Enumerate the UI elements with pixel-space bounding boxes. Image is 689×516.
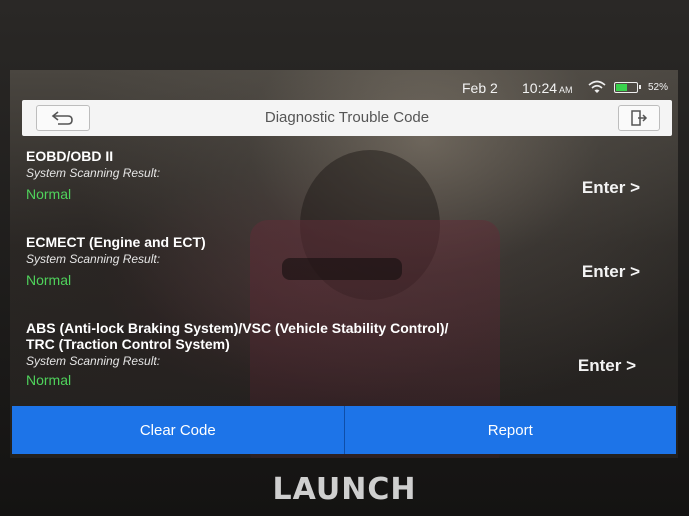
enter-button-abs[interactable]: Enter > [578,356,636,376]
enter-button-ecmect[interactable]: Enter > [582,262,640,282]
system-result: Normal [26,372,72,388]
action-bar: Clear Code Report [12,406,676,454]
system-result: Normal [26,272,72,288]
brand-logo: LAUNCH [272,472,417,507]
enter-button-eobd[interactable]: Enter > [582,178,640,198]
system-name: ABS (Anti-lock Braking System)/VSC (Vehi… [26,320,449,336]
status-ampm: AM [559,85,573,95]
battery-fill [616,84,628,91]
battery-icon [614,82,641,93]
system-item-ecmect: ECMECT (Engine and ECT) System Scanning … [26,234,666,288]
system-result: Normal [26,186,72,202]
wifi-icon [588,80,606,93]
status-date: Feb 2 [462,80,498,96]
system-item-abs: ABS (Anti-lock Braking System)/VSC (Vehi… [26,320,666,388]
page-title: Diagnostic Trouble Code [264,109,430,126]
system-name: ECMECT (Engine and ECT) [26,234,206,250]
device-frame: Feb 2 10:24 AM 52% Diagnostic Trouble Cod… [0,0,689,516]
exit-button[interactable] [618,105,660,131]
battery-percent: 52% [648,82,669,93]
exit-icon [631,110,648,126]
battery-tip [639,85,641,89]
system-name: TRC (Traction Control System) [26,336,230,352]
status-time: 10:24 AM [522,80,573,96]
title-bar: Diagnostic Trouble Code [22,100,672,136]
system-result-label: System Scanning Result: [26,166,161,180]
system-result-label: System Scanning Result: [26,354,161,368]
status-time-value: 10:24 [522,80,558,96]
screen: Feb 2 10:24 AM 52% Diagnostic Trouble Cod… [10,70,678,458]
system-name: EOBD/OBD II [26,148,114,164]
system-item-eobd: EOBD/OBD II System Scanning Result: Norm… [26,148,666,202]
system-result-label: System Scanning Result: [26,252,161,266]
clear-code-button[interactable]: Clear Code [12,406,344,454]
report-button[interactable]: Report [345,406,677,454]
status-bar: Feb 2 10:24 AM 52% [10,78,678,100]
